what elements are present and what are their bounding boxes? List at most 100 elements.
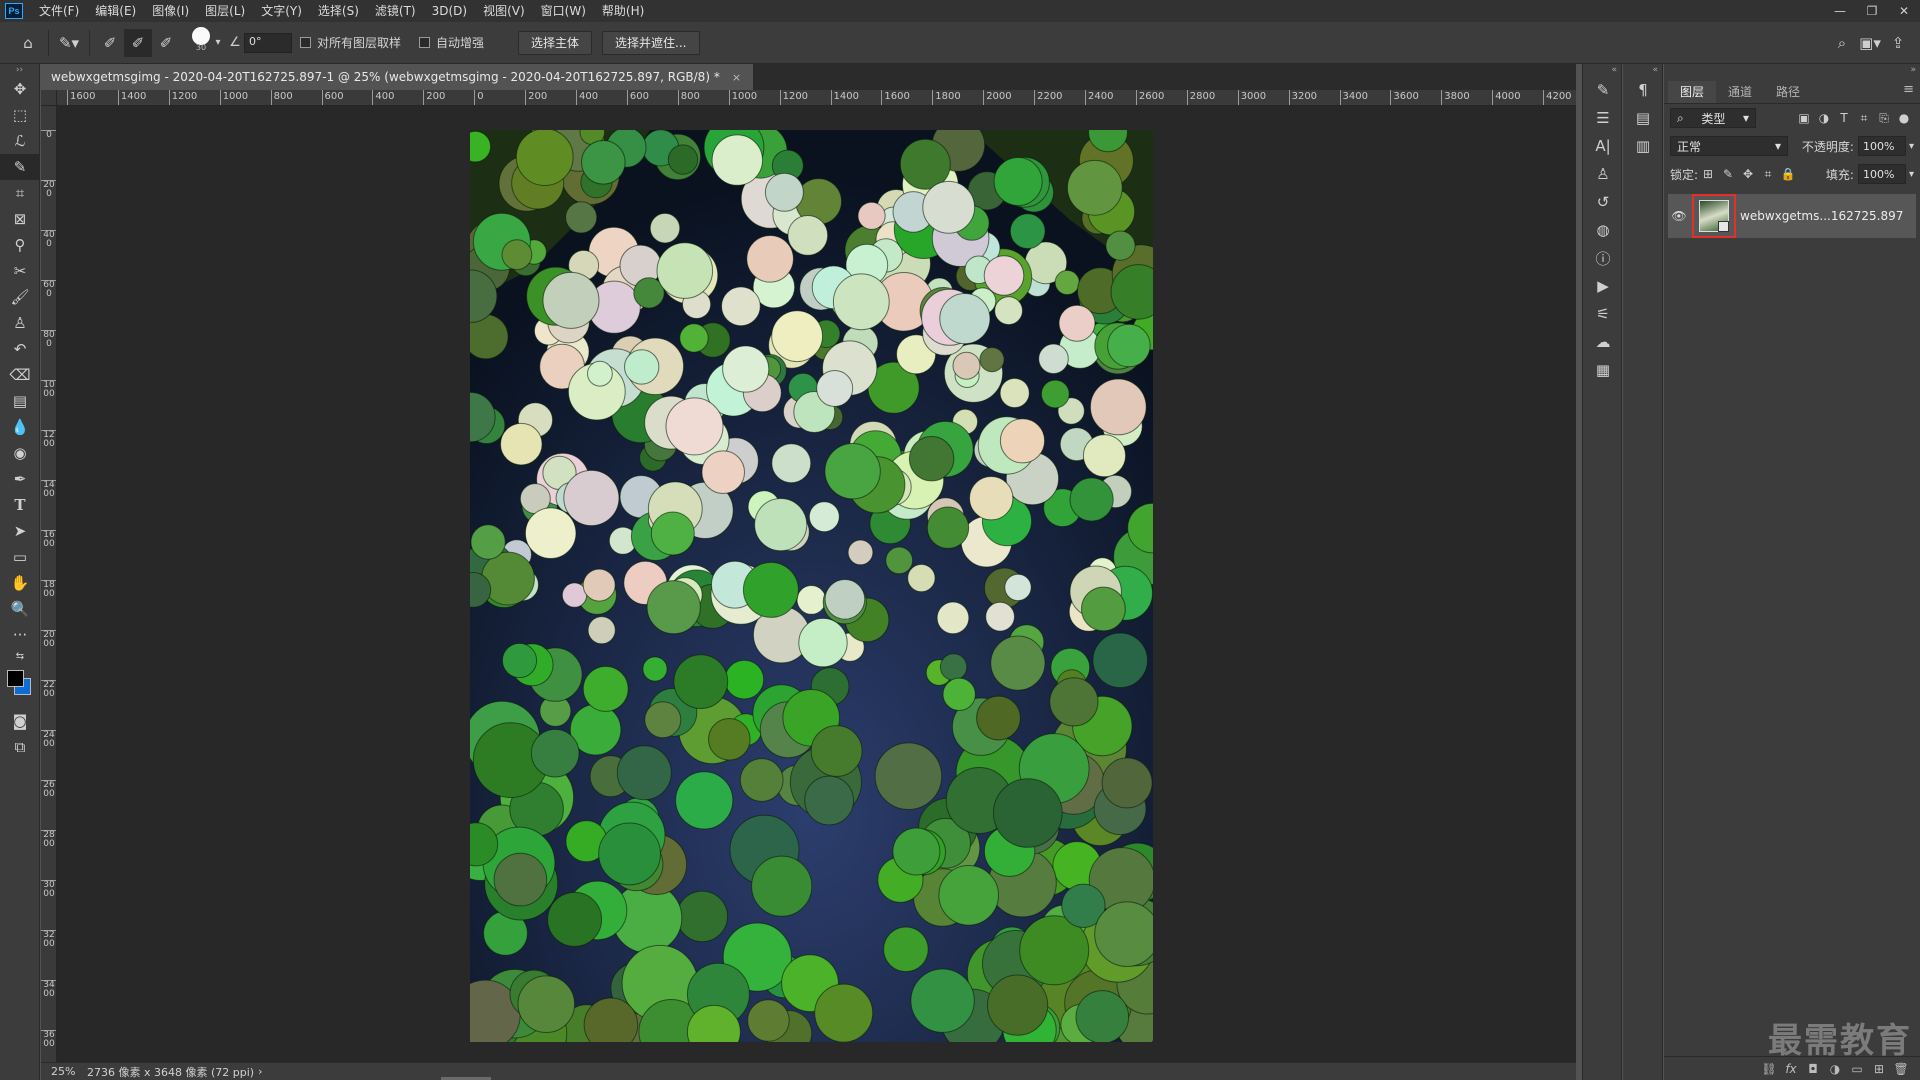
new-layer-icon[interactable]: ⊞	[1868, 1062, 1890, 1076]
opacity-input[interactable]: 100%	[1857, 136, 1906, 156]
libraries-icon[interactable]: ▤	[1623, 104, 1663, 132]
lock-image-icon[interactable]: ✎	[1718, 167, 1738, 181]
menu-item-5[interactable]: 选择(S)	[310, 0, 367, 22]
panel-menu-icon[interactable]: ≡	[1903, 82, 1914, 97]
minimize-button[interactable]: —	[1824, 0, 1856, 22]
adjustment-layer-icon[interactable]: ◑	[1824, 1062, 1846, 1076]
path-selection-tool-icon[interactable]: ➤	[0, 518, 40, 544]
home-icon[interactable]: ⌂	[14, 29, 42, 57]
table-icon[interactable]: ▦	[1583, 356, 1623, 384]
tab-layers[interactable]: 图层	[1668, 81, 1717, 103]
menu-item-1[interactable]: 编辑(E)	[87, 0, 144, 22]
quick-selection-tool-icon[interactable]: ✎	[0, 154, 40, 180]
3d-icon[interactable]: ☁	[1583, 328, 1623, 356]
layer-item[interactable]: 👁 webwxgetms...162725.897	[1668, 194, 1916, 238]
canvas-area[interactable]	[57, 106, 1576, 1062]
channels-mini-icon[interactable]: ⚟	[1583, 300, 1623, 328]
collapse-dock-icon[interactable]: «	[1623, 64, 1662, 76]
menu-item-8[interactable]: 视图(V)	[475, 0, 533, 22]
character-icon[interactable]: A|	[1583, 132, 1623, 160]
menu-item-9[interactable]: 窗口(W)	[533, 0, 594, 22]
chevron-down-icon[interactable]: ▾	[1909, 169, 1914, 180]
filter-shape-icon[interactable]: ⌗	[1854, 111, 1874, 126]
visibility-eye-icon[interactable]: 👁	[1668, 209, 1690, 223]
history-icon[interactable]: ↺	[1583, 188, 1623, 216]
subtract-selection-icon[interactable]: ✐	[152, 29, 180, 57]
more-tools-icon[interactable]: ···	[0, 622, 40, 648]
layer-filter-select[interactable]: ⌕ 类型 ▾	[1670, 108, 1756, 128]
select-subject-button[interactable]: 选择主体	[518, 30, 593, 55]
swap-colors-icon[interactable]: ⇆	[0, 648, 40, 664]
dodge-tool-icon[interactable]: ◉	[0, 440, 40, 466]
chevron-down-icon[interactable]: ▾	[210, 29, 226, 57]
brush-picker[interactable]: 30	[192, 27, 210, 52]
rectangle-tool-icon[interactable]: ▭	[0, 544, 40, 570]
gradient-tool-icon[interactable]: ▤	[0, 388, 40, 414]
lock-position-icon[interactable]: ✥	[1738, 167, 1758, 181]
menu-item-10[interactable]: 帮助(H)	[594, 0, 652, 22]
menu-item-6[interactable]: 滤镜(T)	[367, 0, 424, 22]
collapse-toolbar-icon[interactable]: ››	[0, 64, 39, 76]
sample-all-layers-checkbox[interactable]: 对所有图层取样	[300, 34, 401, 51]
status-menu-icon[interactable]: ›	[258, 1065, 262, 1078]
info-icon[interactable]: ⓘ	[1583, 244, 1623, 272]
share-icon[interactable]: ⇪	[1884, 29, 1912, 57]
crop-tool-icon[interactable]: ⌗	[0, 180, 40, 206]
fill-input[interactable]: 100%	[1857, 164, 1906, 184]
lock-all-icon[interactable]: 🔒	[1778, 167, 1798, 181]
checkbox-box[interactable]	[419, 37, 431, 48]
menu-item-0[interactable]: 文件(F)	[31, 0, 87, 22]
menu-item-2[interactable]: 图像(I)	[144, 0, 197, 22]
type-tool-icon[interactable]: T	[0, 492, 40, 518]
lock-artboard-icon[interactable]: ⌗	[1758, 167, 1778, 182]
close-window-button[interactable]: ✕	[1888, 0, 1920, 22]
search-icon[interactable]: ⌕	[1828, 29, 1856, 57]
menu-item-4[interactable]: 文字(Y)	[253, 0, 310, 22]
filter-adjustment-icon[interactable]: ◑	[1814, 111, 1834, 125]
clone-source-icon[interactable]: ♙	[1583, 160, 1623, 188]
screen-mode-icon[interactable]: ⧉	[0, 734, 40, 760]
artwork-image[interactable]	[470, 130, 1153, 1042]
add-mask-icon[interactable]: ◘	[1802, 1062, 1824, 1076]
layer-name[interactable]: webwxgetms...162725.897	[1740, 209, 1903, 223]
select-and-mask-button[interactable]: 选择并遮住...	[602, 30, 700, 55]
layer-style-icon[interactable]: fx	[1780, 1062, 1802, 1076]
angle-input[interactable]: 0°	[244, 32, 292, 53]
clone-stamp-tool-icon[interactable]: ♙	[0, 310, 40, 336]
restore-button[interactable]: ❐	[1856, 0, 1888, 22]
pen-tool-icon[interactable]: ✒	[0, 466, 40, 492]
notes-icon[interactable]: ▥	[1623, 132, 1663, 160]
new-group-icon[interactable]: ▭	[1846, 1062, 1868, 1076]
blend-mode-select[interactable]: 正常 ▾	[1670, 136, 1788, 156]
collapse-panel-icon[interactable]: »	[1664, 64, 1920, 76]
adjustments-icon[interactable]: ☰	[1583, 104, 1623, 132]
filter-type-icon[interactable]: T	[1834, 111, 1854, 125]
new-selection-icon[interactable]: ✐	[96, 29, 124, 57]
zoom-tool-icon[interactable]: 🔍	[0, 596, 40, 622]
tab-paths[interactable]: 路径	[1764, 81, 1812, 103]
document-tab[interactable]: webwxgetmsgimg - 2020-04-20T162725.897-1…	[41, 64, 754, 90]
collapse-dock-icon[interactable]: «	[1583, 64, 1621, 76]
link-layers-icon[interactable]: ⛓	[1758, 1062, 1780, 1076]
brush-settings-icon[interactable]: ✎	[1583, 76, 1623, 104]
menu-item-3[interactable]: 图层(L)	[197, 0, 253, 22]
properties-icon[interactable]: ◍	[1583, 216, 1623, 244]
brush-tool-icon[interactable]: 🖌	[0, 284, 40, 310]
tab-channels[interactable]: 通道	[1716, 81, 1764, 103]
filter-pixel-icon[interactable]: ▣	[1794, 111, 1814, 125]
filter-toggle-icon[interactable]: ●	[1894, 111, 1914, 125]
filter-smart-object-icon[interactable]: ⎘	[1874, 111, 1894, 126]
zoom-level[interactable]: 25%	[41, 1065, 81, 1078]
history-brush-tool-icon[interactable]: ↶	[0, 336, 40, 362]
layer-thumbnail[interactable]	[1692, 194, 1736, 238]
checkbox-box[interactable]	[300, 37, 311, 48]
menu-item-7[interactable]: 3D(D)	[424, 0, 475, 22]
delete-layer-icon[interactable]: 🗑	[1890, 1062, 1912, 1076]
foreground-color-swatch[interactable]	[7, 670, 24, 687]
frame-tool-icon[interactable]: ⊠	[0, 206, 40, 232]
chevron-down-icon[interactable]: ▾	[1909, 141, 1914, 152]
quick-mask-icon[interactable]: ◙	[0, 708, 40, 734]
auto-enhance-checkbox[interactable]: 自动增强	[419, 34, 484, 51]
hand-tool-icon[interactable]: ✋	[0, 570, 40, 596]
lock-transparent-icon[interactable]: ⊞	[1698, 167, 1718, 181]
